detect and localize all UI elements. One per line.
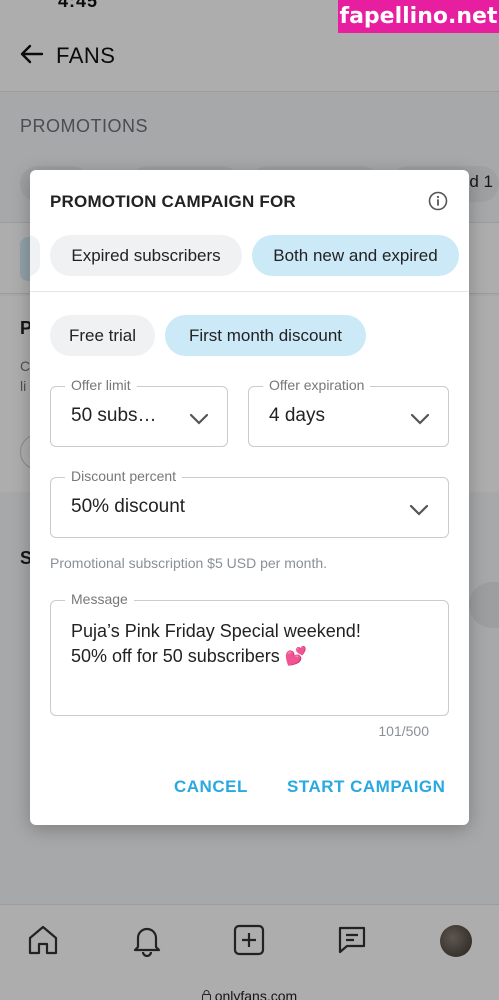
chevron-down-icon [409,503,429,516]
message-line-1: Puja’s Pink Friday Special weekend! [71,621,361,641]
watermark: fapellino.net [338,0,499,33]
character-counter: 101/500 [378,723,429,739]
message-label: Message [65,591,134,607]
offer-chip-free-trial[interactable]: Free trial [50,315,155,356]
offer-expiration-value: 4 days [269,405,325,426]
chevron-down-icon [410,412,430,425]
promotional-hint: Promotional subscription $5 USD per mont… [50,555,328,571]
audience-chip-expired[interactable]: Expired subscribers [50,235,242,276]
offer-limit-value: 50 subs… [71,405,157,426]
dialog-title: PROMOTION CAMPAIGN FOR [50,192,296,211]
offer-limit-label: Offer limit [65,377,137,393]
message-text: Puja’s Pink Friday Special weekend! 50% … [71,619,441,669]
offer-expiration-select[interactable]: Offer expiration 4 days [248,377,449,447]
divider [30,291,469,292]
cancel-button[interactable]: CANCEL [174,777,248,797]
audience-chip-partial[interactable] [30,235,40,276]
offer-chip-first-month-discount[interactable]: First month discount [165,315,366,356]
chevron-down-icon [189,412,209,425]
offer-expiration-label: Offer expiration [263,377,371,393]
start-campaign-button[interactable]: START CAMPAIGN [287,777,445,797]
promotion-campaign-dialog: PROMOTION CAMPAIGN FOR Expired subscribe… [30,170,469,825]
info-icon[interactable] [428,191,448,211]
message-line-2: 50% off for 50 subscribers 💕 [71,646,308,666]
offer-limit-select[interactable]: Offer limit 50 subs… [50,377,228,447]
message-textarea[interactable]: Message Puja’s Pink Friday Special weeke… [50,591,449,716]
discount-percent-select[interactable]: Discount percent 50% discount [50,468,449,538]
audience-chip-both[interactable]: Both new and expired [252,235,459,276]
discount-percent-label: Discount percent [65,468,183,484]
discount-percent-value: 50% discount [71,496,186,517]
